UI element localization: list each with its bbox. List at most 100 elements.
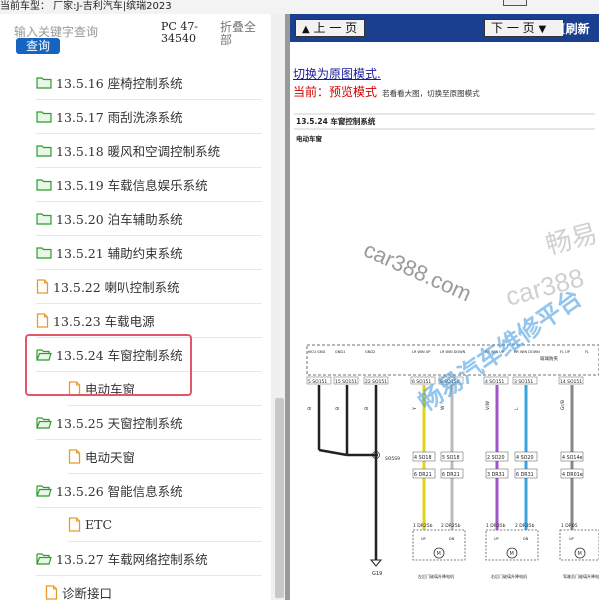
tree-item-label: 13.5.23 车载电源 xyxy=(53,314,155,329)
current-mode-label: 当前：预览模式 xyxy=(293,85,378,99)
tree-item[interactable]: 13.5.17 雨刮洗涤系统 xyxy=(36,100,262,134)
folder-icon xyxy=(36,77,52,89)
left-panel: 查询 PC 47-34540 折叠全部 13.5.16 座椅控制系统 13.5.1… xyxy=(0,14,285,600)
motor-name-label: 右后门玻璃升降电机 xyxy=(491,573,527,579)
tree-item[interactable]: 13.5.19 车载信息娱乐系统 xyxy=(36,168,262,202)
document-icon xyxy=(36,313,49,328)
arrow-down-icon: ▼ xyxy=(538,24,547,35)
motor-name-label: 左后门玻璃升降电机 xyxy=(418,573,454,579)
wire-color-label: V/W xyxy=(485,400,491,410)
motor-pin-name: UP xyxy=(421,537,426,541)
prev-page-button[interactable]: ▲ 上 一 页 xyxy=(295,19,365,37)
folder-icon xyxy=(36,247,52,259)
pin-labels: 5 SO151 15 SO151 22 SO151 6 SO151 8 SO151 4 S… xyxy=(306,376,584,385)
refresh-link[interactable]: [刷新 xyxy=(560,20,590,37)
motor-component-labels: 左后门玻璃升降电机 右后门玻璃升降电机 驾驶员门玻璃升降电机 xyxy=(418,573,599,579)
connector-label: 4 DR01e xyxy=(562,472,583,478)
connector-label: 5 SO18 xyxy=(442,455,460,461)
collapse-all-button[interactable]: 折叠全部 xyxy=(220,21,260,47)
tree-item[interactable]: 诊断接口 xyxy=(45,576,262,600)
pin-label: 15 SO151 xyxy=(335,379,357,385)
document-icon xyxy=(45,585,58,600)
folder-open-icon xyxy=(36,485,52,497)
connector-label: 4 SO18 xyxy=(414,455,432,461)
tree-item-label: 13.5.18 暖风和空调控制系统 xyxy=(56,144,221,159)
terminal-label: RR WIN UP xyxy=(485,350,504,354)
ground-wires xyxy=(317,385,383,567)
motor-pin-name: UP xyxy=(569,537,574,541)
svg-text:M: M xyxy=(578,551,582,557)
tree-item-label: 13.5.20 泊车辅助系统 xyxy=(56,212,183,227)
pin-label: 4 SO151 xyxy=(485,379,504,385)
wire-color-label: Gr/B xyxy=(560,400,566,410)
query-button[interactable]: 查询 xyxy=(16,38,60,54)
terminal-label: GND1 xyxy=(335,350,345,354)
motor-pin-labels: 1 DR25b UP 2 DR25b DN 1 DR35b UP 2 DR35b DN 1 DR… xyxy=(413,523,578,541)
folder-icon xyxy=(36,213,52,225)
tree-item[interactable]: ETC xyxy=(68,508,262,542)
highlight-box xyxy=(25,334,192,396)
search-area: 查询 PC 47-34540 折叠全部 xyxy=(0,14,285,64)
terminal-label: MCU GND xyxy=(308,350,325,354)
tree-item[interactable]: 13.5.20 泊车辅助系统 xyxy=(36,202,262,236)
control-unit-label: 玻璃防夹 xyxy=(540,355,558,362)
motor-pin-label: 1 DR05 xyxy=(561,523,578,529)
tree-item-label: 电动天窗 xyxy=(85,450,136,465)
tree-item-label: ETC xyxy=(85,517,113,532)
tree-item-label: 13.5.19 车载信息娱乐系统 xyxy=(56,178,208,193)
top-labels: MCU GND GND1 GND2 LR WIN UP LR WIN DOWN RR WI… xyxy=(308,350,589,354)
tree-item-label: 13.5.26 智能信息系统 xyxy=(56,484,183,499)
wire-color-label: W xyxy=(440,405,446,410)
pc-code: PC 47-34540 xyxy=(161,20,199,45)
motor-pin-label: 1 DR35b xyxy=(486,523,506,529)
tree-item[interactable]: 13.5.23 车载电源 xyxy=(36,304,262,338)
tree-item-label: 13.5.25 天窗控制系统 xyxy=(56,416,183,431)
tree-item[interactable]: 13.5.22 喇叭控制系统 xyxy=(36,270,262,304)
tree-item[interactable]: 13.5.21 辅助约束系统 xyxy=(36,236,262,270)
tree-item[interactable]: 13.5.18 暖风和空调控制系统 xyxy=(36,134,262,168)
folder-icon xyxy=(36,145,52,157)
pin-label: 5 SO151 xyxy=(308,379,327,385)
current-model-text: 当前车型： 厂家:J-吉利汽车|缤瑞2023 xyxy=(0,1,172,12)
diagram-subtitle: 电动车窗 xyxy=(296,134,323,143)
pin-label: 6 SO151 xyxy=(412,379,431,385)
viewer-panel: ▲ 上 一 页 下 一 页 ▼ [刷新 切换为原图模式. 当前：预览模式 若看看… xyxy=(290,14,599,600)
tree-item-label: 诊断接口 xyxy=(62,586,113,600)
terminal-label: GND2 xyxy=(365,350,375,354)
next-page-button[interactable]: 下 一 页 ▼ xyxy=(484,19,564,37)
ground-label: G19 xyxy=(372,571,382,577)
connector-label: 3 DR31 xyxy=(487,472,505,478)
tree-item[interactable]: 13.5.16 座椅控制系统 xyxy=(36,66,262,100)
folder-icon xyxy=(36,111,52,123)
terminal-label: LR WIN UP xyxy=(412,350,430,354)
switch-original-link[interactable]: 切换为原图模式. xyxy=(293,65,381,82)
svg-text:M: M xyxy=(437,551,441,557)
motor-pin-name: DN xyxy=(523,537,529,541)
tree-item[interactable]: 13.5.25 天窗控制系统 xyxy=(36,406,262,440)
motor-pin-label: 2 DR25b xyxy=(441,523,461,529)
tree-item-label: 13.5.16 座椅控制系统 xyxy=(56,76,183,91)
pin-label: 8 SO151 xyxy=(440,379,459,385)
tree-item-label: 13.5.17 雨刮洗涤系统 xyxy=(56,110,183,125)
motors: M M M xyxy=(412,529,599,561)
scroll-thumb[interactable] xyxy=(275,398,284,598)
preview-mode-line: 当前：预览模式 若看看大图，切换至原图模式 xyxy=(293,81,480,100)
tree-item[interactable]: 电动天窗 xyxy=(68,440,262,474)
wire-color-label: B xyxy=(335,407,341,410)
connector-label: 4 SO14e xyxy=(562,455,583,461)
viewer-nav-bar: ▲ 上 一 页 下 一 页 ▼ [刷新 xyxy=(290,14,599,42)
top-button[interactable] xyxy=(503,0,527,6)
tree-item[interactable]: 13.5.26 智能信息系统 xyxy=(36,474,262,508)
connector-label: 6 DR21 xyxy=(442,472,460,478)
terminal-label: LR WIN DOWN xyxy=(440,350,466,354)
tree-item[interactable]: 13.5.27 车载网络控制系统 xyxy=(36,542,262,576)
wiring-diagram: 13.5.24 车窗控制系统 电动车窗 玻璃防夹 MCU GND GND1 GND2… xyxy=(294,113,599,579)
wire-color-label: Y xyxy=(412,407,418,411)
junction-label: SO5S9 xyxy=(385,456,400,462)
next-page-label: 下 一 页 xyxy=(491,21,535,35)
svg-text:M: M xyxy=(510,551,514,557)
connector-label: 6 DR21 xyxy=(414,472,432,478)
wire-color-label: B xyxy=(364,407,370,410)
terminal-label: FL UP xyxy=(560,350,570,354)
document-icon xyxy=(68,449,81,464)
